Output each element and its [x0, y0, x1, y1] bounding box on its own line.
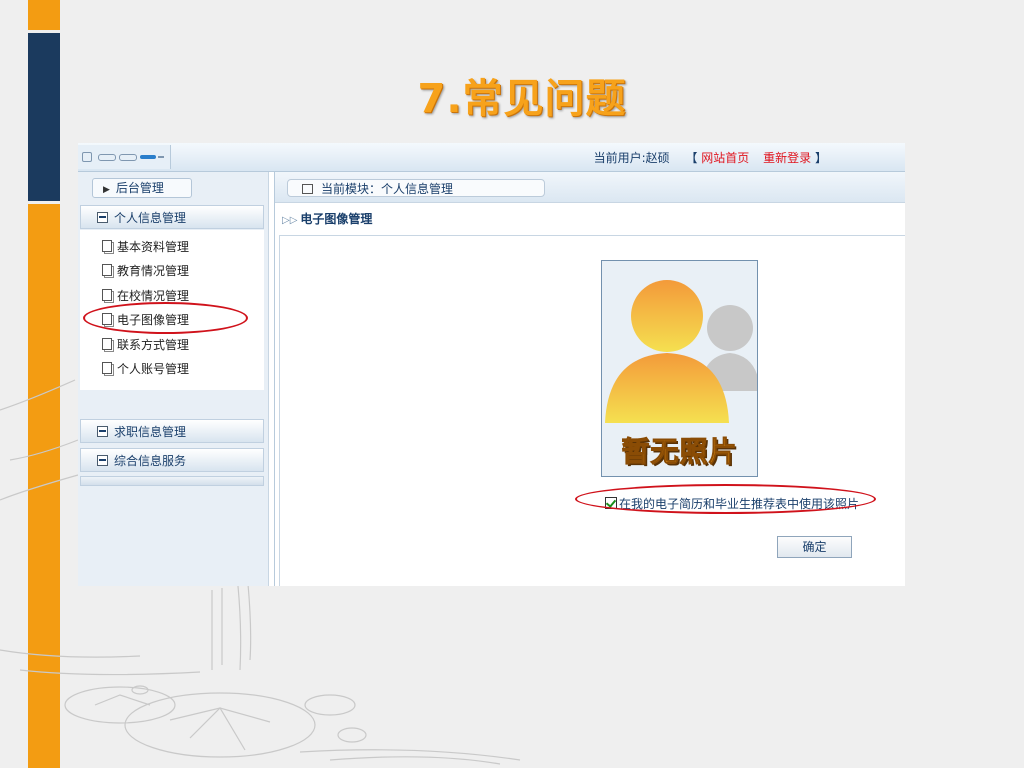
highlight-ellipse-menu — [83, 302, 248, 334]
bracket-close: 】 — [814, 151, 827, 165]
page-title: ▷▷ 电子图像管理 — [282, 212, 373, 226]
sidebar-section-personal-info[interactable]: 个人信息管理 — [80, 205, 264, 229]
home-link[interactable]: 网站首页 — [701, 151, 749, 165]
collapse-icon — [97, 426, 108, 437]
content-area — [279, 235, 905, 586]
sidebar-item-account[interactable]: 个人账号管理 — [102, 360, 189, 377]
system-logo — [78, 145, 171, 169]
document-icon — [102, 264, 112, 276]
confirm-button[interactable]: 确定 — [777, 536, 852, 558]
sidebar-header[interactable]: ▶ 后台管理 — [92, 178, 192, 198]
slide-accent-bar-top — [28, 0, 60, 30]
relogin-link[interactable]: 重新登录 — [763, 151, 811, 165]
play-triangle-icon: ▶ — [103, 185, 110, 195]
module-icon — [302, 184, 313, 194]
breadcrumb: 当前模块：个人信息管理 — [287, 179, 545, 197]
sidebar-section-job-info[interactable]: 求职信息管理 — [80, 419, 264, 443]
gear-icon — [82, 152, 92, 162]
sidebar-item-basic-info[interactable]: 基本资料管理 — [102, 238, 189, 255]
top-bar: 当前用户:赵硕 【 网站首页 重新登录 】 — [78, 143, 905, 172]
sidebar-section-general-service[interactable]: 综合信息服务 — [80, 448, 264, 472]
no-photo-text: 暂无照片 — [621, 435, 738, 469]
double-arrow-icon: ▷▷ — [282, 215, 298, 226]
user-info: 当前用户:赵硕 【 网站首页 重新登录 】 — [594, 149, 827, 166]
sidebar-footer — [80, 476, 264, 486]
collapse-icon — [97, 455, 108, 466]
document-icon — [102, 240, 112, 252]
document-icon — [102, 289, 112, 301]
screenshot-window: 当前用户:赵硕 【 网站首页 重新登录 】 ▶ 后台管理 个人信息管理 基本资料管… — [78, 143, 905, 586]
collapse-icon — [97, 212, 108, 223]
current-user-label: 当前用户:赵硕 — [593, 151, 670, 165]
sidebar-item-contact[interactable]: 联系方式管理 — [102, 336, 189, 353]
module-bar: 当前模块：个人信息管理 — [275, 172, 905, 203]
document-icon — [102, 362, 112, 374]
sidebar: ▶ 后台管理 个人信息管理 基本资料管理 教育情况管理 在校情况管理 电子图像管理… — [78, 172, 269, 586]
slide-title: 7.常见问题 — [417, 76, 627, 122]
sidebar-item-education[interactable]: 教育情况管理 — [102, 262, 189, 279]
bracket-open: 【 — [685, 151, 698, 165]
highlight-ellipse-checkbox — [575, 484, 876, 514]
photo-placeholder: 暂无照片 — [601, 260, 758, 477]
document-icon — [102, 338, 112, 350]
main-panel: 当前模块：个人信息管理 ▷▷ 电子图像管理 暂无照片 在我的电子简历和毕业生推荐… — [274, 172, 905, 586]
